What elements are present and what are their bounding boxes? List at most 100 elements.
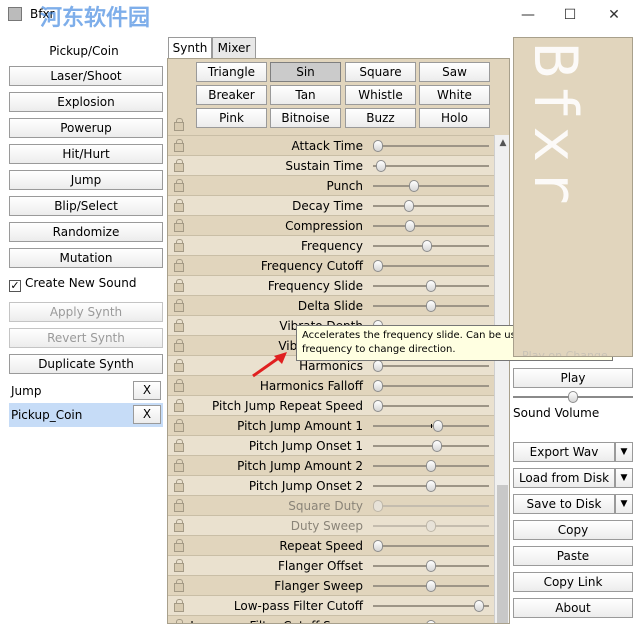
slider-knob[interactable] (373, 380, 383, 392)
lock-icon[interactable] (174, 319, 184, 332)
waveform-button[interactable]: Breaker (196, 85, 267, 105)
lock-icon[interactable] (174, 139, 184, 152)
slider-knob[interactable] (426, 520, 436, 532)
duplicate-synth-button[interactable]: Duplicate Synth (9, 354, 163, 374)
slider-track[interactable] (373, 165, 489, 167)
waveform-button[interactable]: Square (345, 62, 416, 82)
slider-knob[interactable] (373, 360, 383, 372)
lock-icon[interactable] (174, 339, 184, 352)
slider-knob[interactable] (426, 300, 436, 312)
slider-track[interactable] (373, 605, 489, 607)
slider-knob[interactable] (373, 260, 383, 272)
slider-knob[interactable] (373, 140, 383, 152)
slider-track[interactable] (373, 405, 489, 407)
scroll-thumb[interactable] (497, 485, 508, 623)
slider-track[interactable] (373, 365, 489, 367)
slider-knob[interactable] (409, 180, 420, 192)
save-to-disk-button[interactable]: Save to Disk ▼ (513, 494, 633, 514)
slider-knob[interactable] (426, 280, 436, 292)
delete-sound-button[interactable]: X (133, 381, 161, 400)
preset-button[interactable]: Laser/Shoot (9, 66, 163, 86)
lock-icon[interactable] (174, 159, 184, 172)
slider-knob[interactable] (426, 580, 436, 592)
save-to-disk-label[interactable]: Save to Disk (513, 494, 615, 514)
waveform-button[interactable]: Triangle (196, 62, 267, 82)
lock-icon[interactable] (174, 399, 184, 412)
waveform-button[interactable]: Pink (196, 108, 267, 128)
lock-icon[interactable] (174, 239, 184, 252)
waveform-button[interactable]: White (419, 85, 490, 105)
export-wav-button[interactable]: Export Wav ▼ (513, 442, 633, 462)
slider-knob[interactable] (432, 440, 443, 452)
lock-icon[interactable] (174, 118, 184, 131)
tab-mixer[interactable]: Mixer (212, 37, 256, 59)
chevron-down-icon[interactable]: ▼ (615, 494, 633, 514)
slider-track[interactable] (373, 445, 489, 447)
waveform-button[interactable]: Whistle (345, 85, 416, 105)
load-from-disk-label[interactable]: Load from Disk (513, 468, 615, 488)
lock-icon[interactable] (174, 279, 184, 292)
close-icon[interactable]: ✕ (604, 6, 624, 24)
lock-icon[interactable] (174, 579, 184, 592)
slider-track[interactable] (373, 205, 489, 207)
waveform-button[interactable]: Holo (419, 108, 490, 128)
maximize-icon[interactable]: ☐ (560, 6, 580, 24)
volume-slider-knob[interactable] (568, 391, 578, 403)
play-button[interactable]: Play (513, 368, 633, 388)
slider-knob[interactable] (373, 540, 383, 552)
export-wav-label[interactable]: Export Wav (513, 442, 615, 462)
about-button[interactable]: About (513, 598, 633, 618)
slider-knob[interactable] (373, 500, 383, 512)
tab-synth[interactable]: Synth (168, 37, 212, 59)
preset-button[interactable]: Explosion (9, 92, 163, 112)
slider-track[interactable] (373, 185, 489, 187)
vertical-scrollbar[interactable]: ▲ (494, 135, 509, 623)
sound-list-item[interactable]: Pickup_Coin X (9, 403, 163, 427)
paste-button[interactable]: Paste (513, 546, 633, 566)
slider-knob[interactable] (403, 200, 414, 212)
slider-knob[interactable] (426, 560, 436, 572)
create-new-sound-checkbox[interactable]: ✓ Create New Sound (9, 275, 136, 292)
sound-list-item[interactable]: Jump X (9, 379, 163, 403)
slider-track[interactable] (373, 505, 489, 507)
slider-knob[interactable] (373, 400, 383, 412)
slider-knob[interactable] (426, 620, 436, 623)
lock-icon[interactable] (174, 439, 184, 452)
preset-button[interactable]: Blip/Select (9, 196, 163, 216)
slider-knob[interactable] (421, 240, 432, 252)
slider-knob[interactable] (426, 480, 436, 492)
preset-button[interactable]: Powerup (9, 118, 163, 138)
slider-track[interactable] (373, 265, 489, 267)
load-from-disk-button[interactable]: Load from Disk ▼ (513, 468, 633, 488)
slider-knob[interactable] (433, 420, 444, 432)
chevron-down-icon[interactable]: ▼ (615, 442, 633, 462)
lock-icon[interactable] (174, 559, 184, 572)
waveform-button[interactable]: Saw (419, 62, 490, 82)
lock-icon[interactable] (174, 179, 184, 192)
preset-button[interactable]: Hit/Hurt (9, 144, 163, 164)
preset-button[interactable]: Randomize (9, 222, 163, 242)
lock-icon[interactable] (174, 599, 184, 612)
copy-link-button[interactable]: Copy Link (513, 572, 633, 592)
slider-track[interactable] (373, 545, 489, 547)
lock-icon[interactable] (174, 219, 184, 232)
lock-icon[interactable] (174, 419, 184, 432)
lock-icon[interactable] (174, 259, 184, 272)
waveform-button[interactable]: Tan (270, 85, 341, 105)
chevron-down-icon[interactable]: ▼ (615, 468, 633, 488)
minimize-icon[interactable]: — (518, 6, 538, 24)
apply-synth-button[interactable]: Apply Synth (9, 302, 163, 322)
lock-icon[interactable] (174, 539, 184, 552)
slider-track[interactable] (373, 145, 489, 147)
preset-button[interactable]: Mutation (9, 248, 163, 268)
slider-knob[interactable] (404, 220, 415, 232)
scroll-up-icon[interactable]: ▲ (495, 135, 509, 151)
slider-knob[interactable] (376, 160, 387, 172)
slider-knob[interactable] (473, 600, 484, 612)
lock-icon[interactable] (174, 199, 184, 212)
lock-icon[interactable] (174, 379, 184, 392)
lock-icon[interactable] (174, 299, 184, 312)
copy-button[interactable]: Copy (513, 520, 633, 540)
waveform-button[interactable]: Bitnoise (270, 108, 341, 128)
lock-icon[interactable] (174, 499, 184, 512)
